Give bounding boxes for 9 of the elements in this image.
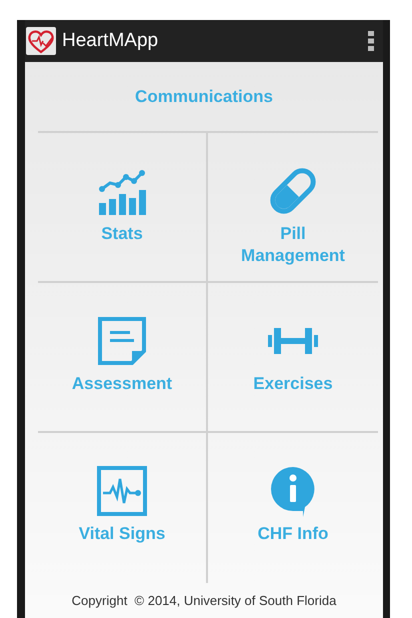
menu-tile[interactable]: Vital Signs (38, 433, 208, 583)
app-title: HeartMApp (62, 28, 158, 53)
section-title: Communications (135, 86, 273, 108)
menu-tile[interactable]: Assessment (38, 283, 208, 433)
menu-tile[interactable]: CHF Info (208, 433, 378, 583)
menu-tile[interactable]: Exercises (208, 283, 378, 433)
menu-tile[interactable]: Stats (38, 133, 208, 283)
copyright-text: Copyright © 2014, University of South Florida (72, 592, 336, 610)
menu-tile[interactable]: Pill Management (208, 133, 378, 283)
